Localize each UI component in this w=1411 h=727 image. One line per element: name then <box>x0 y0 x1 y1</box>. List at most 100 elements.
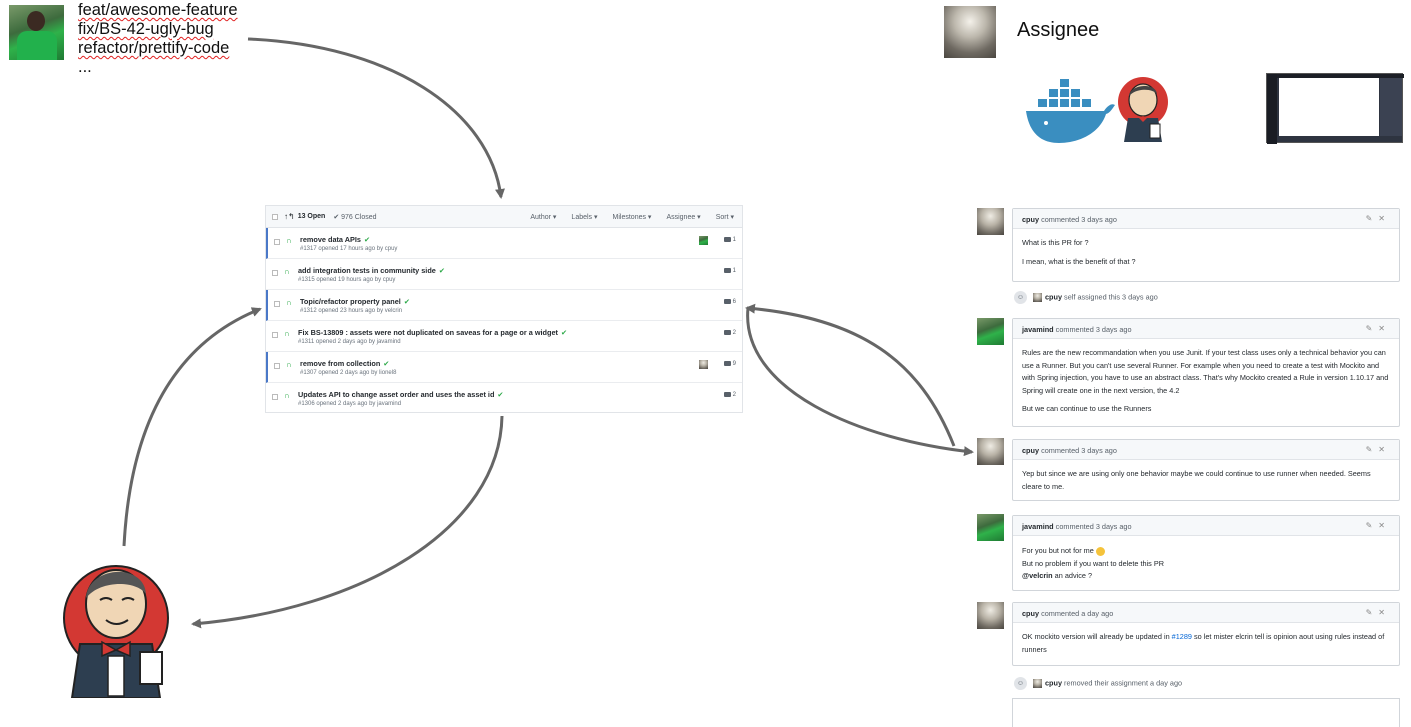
arrow-prs-to-comments <box>746 307 974 457</box>
branch-name: refactor/prettify-code <box>78 39 230 57</box>
comment-author[interactable]: cpuy <box>1022 215 1039 224</box>
comment-author[interactable]: javamind <box>1022 325 1054 334</box>
pr-row[interactable]: ∩ Topic/refactor property panel ✔ #1312 o… <box>266 290 742 321</box>
filter-bar: Author ▾ Labels ▾ Milestones ▾ Assignee … <box>530 206 734 228</box>
pr-title[interactable]: Updates API to change asset order and us… <box>298 390 494 399</box>
row-checkbox[interactable] <box>272 332 278 338</box>
comment-card: javamind commented 3 days ago ✎✕ For you … <box>1012 515 1400 591</box>
row-checkbox[interactable] <box>274 301 280 307</box>
comment-count[interactable]: 1 <box>723 268 736 275</box>
commenter-avatar <box>977 318 1004 345</box>
comment-count[interactable]: 6 <box>723 299 736 306</box>
row-checkbox[interactable] <box>274 239 280 245</box>
comment-author[interactable]: cpuy <box>1022 446 1039 455</box>
comment-time: commented a day ago <box>1041 609 1114 618</box>
pr-row[interactable]: ∩ remove data APIs ✔ #1317 opened 17 hour… <box>266 228 742 259</box>
closed-count[interactable]: ✔ 976 Closed <box>333 213 376 221</box>
check-icon: ✔ <box>403 297 410 306</box>
arrow-jenkins-to-prs <box>122 307 262 547</box>
pr-row[interactable]: ∩ Updates API to change asset order and … <box>266 383 742 414</box>
comment-card: cpuy commented a day ago ✎✕ OK mockito ve… <box>1012 602 1400 666</box>
pull-request-list: ↑↰ 13 Open ✔ 976 Closed Author ▾ Labels … <box>265 205 743 413</box>
pr-title[interactable]: Topic/refactor property panel <box>300 297 401 306</box>
edit-delete-icons[interactable]: ✎✕ <box>1366 608 1391 617</box>
filter-author[interactable]: Author ▾ <box>530 213 556 221</box>
branch-list: feat/awesome-feature fix/BS-42-ugly-bug … <box>78 1 238 77</box>
pr-meta: #1307 opened 2 days ago by lionel8 <box>300 370 397 376</box>
comment-card-partial <box>1012 698 1400 727</box>
branch-ellipsis: ... <box>78 58 92 76</box>
comment-card: cpuy commented 3 days ago ✎✕ What is this… <box>1012 208 1400 282</box>
filter-assignee[interactable]: Assignee ▾ <box>666 213 700 221</box>
event-text: removed their assignment a day ago <box>1062 678 1183 688</box>
branch-name: feat/awesome-feature <box>78 1 238 19</box>
commenter-avatar <box>977 438 1004 465</box>
comment-icon <box>723 392 731 397</box>
pr-meta: #1311 opened 2 days ago by javamind <box>298 339 401 345</box>
event-user[interactable]: cpuy <box>1045 292 1062 301</box>
user-mention[interactable]: @velcrin <box>1022 571 1053 580</box>
filter-milestones[interactable]: Milestones ▾ <box>613 213 652 221</box>
assignee-avatar <box>699 236 708 245</box>
edit-delete-icons[interactable]: ✎✕ <box>1366 324 1391 333</box>
row-checkbox[interactable] <box>274 363 280 369</box>
pr-row[interactable]: ∩ add integration tests in community sid… <box>266 259 742 290</box>
person-icon: ☺ <box>1014 677 1027 690</box>
assignee-label: Assignee <box>1017 19 1100 41</box>
comment-count-value: 2 <box>732 330 736 337</box>
arrow-prs-to-jenkins <box>191 415 504 629</box>
closed-count-label: 976 Closed <box>341 213 377 221</box>
assignee-avatar <box>699 360 708 369</box>
pr-list-header: ↑↰ 13 Open ✔ 976 Closed Author ▾ Labels … <box>266 206 742 228</box>
pr-title[interactable]: add integration tests in community side <box>298 266 436 275</box>
comment-count-value: 1 <box>732 268 736 275</box>
comment-count[interactable]: 2 <box>723 392 736 398</box>
check-icon: ✔ <box>383 359 390 368</box>
comment-count[interactable]: 9 <box>723 361 736 367</box>
check-icon: ✔ <box>438 266 445 275</box>
comment-count[interactable]: 2 <box>723 330 736 337</box>
comment-icon <box>723 330 731 335</box>
arrow-branches-to-prs <box>247 37 505 199</box>
event-avatar <box>1033 293 1042 302</box>
check-icon: ✔ <box>363 235 371 244</box>
row-checkbox[interactable] <box>272 270 278 276</box>
jenkins-butler-icon <box>1118 77 1168 142</box>
check-icon: ✔ <box>560 328 568 337</box>
comment-time: commented 3 days ago <box>1041 446 1117 455</box>
pr-title[interactable]: remove from collection <box>300 359 380 368</box>
commenter-avatar <box>977 208 1004 235</box>
pr-row[interactable]: ∩ remove from collection ✔ #1307 opened 2… <box>266 352 742 383</box>
assignee-avatar <box>944 6 996 58</box>
pull-request-icon: ↑↰ <box>284 212 295 221</box>
comment-text: Rules are the new recommandation when yo… <box>1022 348 1389 395</box>
pr-title[interactable]: Fix BS-13809 : assets were not duplicate… <box>298 328 558 337</box>
comment-icon <box>723 361 731 366</box>
event-text: self assigned this 3 days ago <box>1062 292 1158 302</box>
comment-text: Yep but since we are using only one beha… <box>1022 469 1371 491</box>
select-all-checkbox[interactable] <box>272 213 278 220</box>
comment-count-value: 1 <box>732 237 736 244</box>
edit-delete-icons[interactable]: ✎✕ <box>1366 214 1391 223</box>
row-checkbox[interactable] <box>272 394 278 400</box>
filter-sort[interactable]: Sort ▾ <box>716 213 734 221</box>
comment-time: commented 3 days ago <box>1055 325 1132 334</box>
pr-title[interactable]: remove data APIs <box>300 235 361 244</box>
edit-delete-icons[interactable]: ✎✕ <box>1366 445 1391 454</box>
comment-author[interactable]: javamind <box>1022 522 1054 531</box>
pr-row[interactable]: ∩ Fix BS-13809 : assets were not duplica… <box>266 321 742 352</box>
pr-meta: #1315 opened 19 hours ago by cpuy <box>298 277 396 283</box>
filter-labels[interactable]: Labels ▾ <box>571 213 597 221</box>
comment-icon <box>723 237 731 242</box>
comment-time: commented 3 days ago <box>1055 522 1132 531</box>
pr-reference-link[interactable]: #1289 <box>1172 632 1192 641</box>
open-count[interactable]: 13 Open <box>298 213 326 220</box>
comment-text: an advice ? <box>1052 571 1093 580</box>
comment-count-value: 6 <box>732 299 736 306</box>
pull-request-icon: ∩ <box>284 391 290 400</box>
comment-count[interactable]: 1 <box>723 237 736 244</box>
smile-emoji-icon <box>1095 546 1105 556</box>
comment-author[interactable]: cpuy <box>1022 609 1039 618</box>
edit-delete-icons[interactable]: ✎✕ <box>1366 521 1391 530</box>
event-user[interactable]: cpuy <box>1045 678 1062 687</box>
